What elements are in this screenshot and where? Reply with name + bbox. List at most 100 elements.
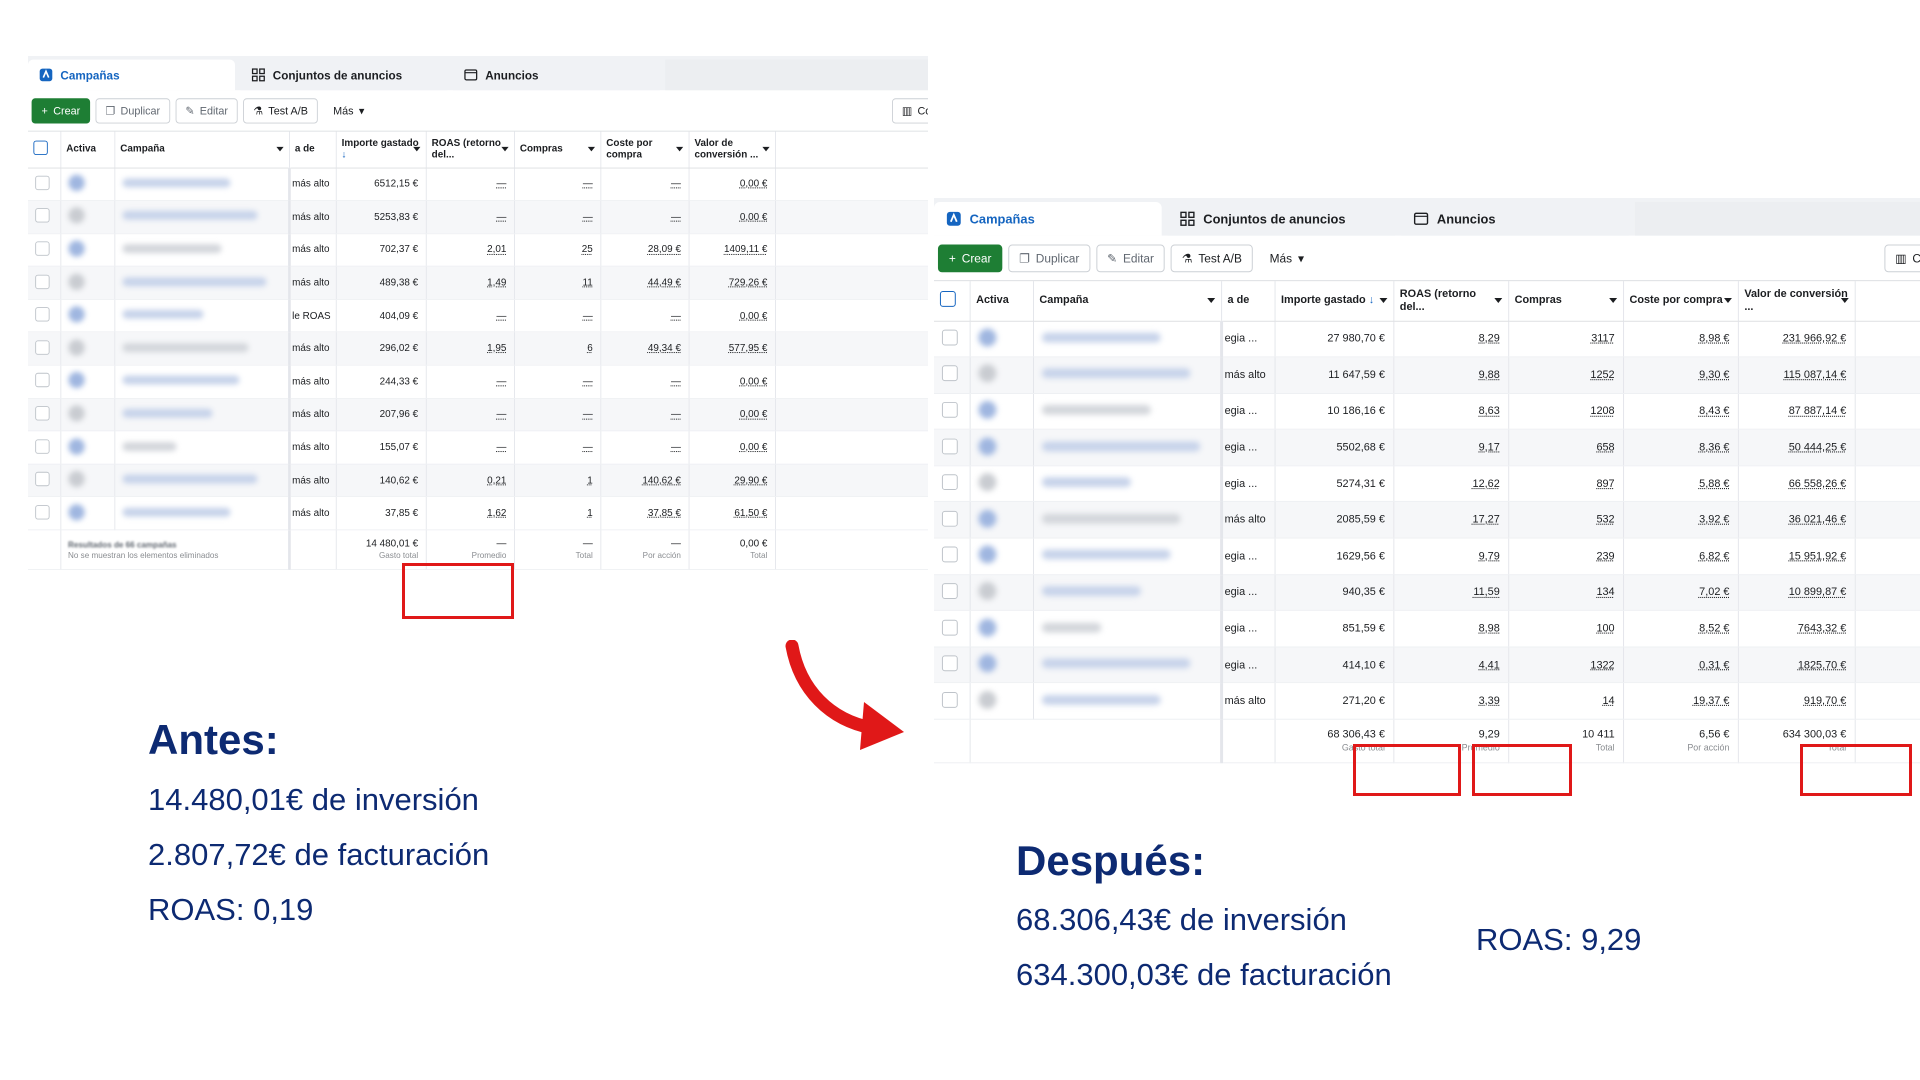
- toggle-switch[interactable]: [978, 545, 996, 564]
- cost-per-purchase-cell[interactable]: 3,92 €: [1623, 501, 1739, 539]
- cost-per-purchase-cell[interactable]: —: [600, 365, 690, 399]
- create-button[interactable]: + Crear: [31, 97, 91, 124]
- purchases-cell[interactable]: 100: [1508, 610, 1624, 648]
- cost-per-purchase-cell[interactable]: 8,43 €: [1623, 393, 1739, 430]
- row-checkbox[interactable]: [941, 583, 958, 599]
- col-strategy[interactable]: a de: [289, 131, 337, 169]
- conversion-value-cell[interactable]: 0,00 €: [688, 431, 776, 465]
- campaign-name-cell[interactable]: [1033, 465, 1223, 503]
- campaign-name-redacted[interactable]: [122, 277, 267, 287]
- row-checkbox[interactable]: [35, 406, 50, 421]
- cost-per-purchase-cell[interactable]: —: [600, 200, 690, 234]
- cost-per-purchase-cell[interactable]: —: [600, 167, 690, 201]
- roas-cell[interactable]: 9,88: [1393, 356, 1509, 394]
- campaign-name-cell[interactable]: [114, 299, 291, 333]
- toggle-switch[interactable]: [978, 654, 996, 673]
- col-roas[interactable]: ROAS (retorno del...: [1393, 281, 1509, 322]
- roas-cell[interactable]: —: [425, 200, 515, 234]
- conversion-value-cell[interactable]: 66 558,26 €: [1737, 465, 1856, 503]
- cost-per-purchase-cell[interactable]: 8,98 €: [1623, 320, 1739, 358]
- columns-button[interactable]: ▥ Colum: [891, 97, 928, 124]
- row-checkbox[interactable]: [35, 175, 50, 190]
- campaign-name-redacted[interactable]: [122, 211, 258, 221]
- toggle-switch[interactable]: [978, 328, 996, 347]
- campaign-name-cell[interactable]: [114, 233, 291, 267]
- toggle-switch[interactable]: [978, 437, 996, 455]
- columns-button[interactable]: ▥ Colum: [1884, 244, 1920, 272]
- campaign-name-cell[interactable]: [1033, 538, 1223, 575]
- row-checkbox[interactable]: [941, 546, 958, 563]
- purchases-cell[interactable]: 1322: [1508, 646, 1624, 684]
- more-dropdown[interactable]: Más ▾: [323, 97, 375, 124]
- campaign-name-cell[interactable]: [1033, 683, 1223, 720]
- campaign-name-cell[interactable]: [114, 398, 291, 432]
- cost-per-purchase-cell[interactable]: 37,85 €: [600, 496, 690, 531]
- row-checkbox[interactable]: [35, 373, 50, 388]
- roas-cell[interactable]: 8,98: [1393, 610, 1509, 648]
- row-checkbox[interactable]: [941, 510, 958, 527]
- col-conversion-value[interactable]: Valor de conversión ...: [1737, 281, 1856, 322]
- campaign-name-cell[interactable]: [1033, 356, 1223, 394]
- col-strategy[interactable]: a de: [1221, 281, 1276, 322]
- campaign-name-redacted[interactable]: [122, 375, 240, 385]
- roas-cell[interactable]: 8,29: [1393, 320, 1509, 358]
- purchases-cell[interactable]: 6: [514, 332, 601, 366]
- conversion-value-cell[interactable]: 0,00 €: [688, 200, 776, 234]
- conversion-value-cell[interactable]: 115 087,14 €: [1737, 356, 1856, 394]
- duplicate-button[interactable]: ❐ Duplicar: [1008, 244, 1091, 272]
- toggle-switch[interactable]: [68, 207, 85, 224]
- campaign-name-cell[interactable]: [1033, 501, 1223, 539]
- row-checkbox[interactable]: [35, 208, 50, 223]
- campaign-name-cell[interactable]: [114, 496, 291, 531]
- conversion-value-cell[interactable]: 577,95 €: [688, 332, 776, 366]
- col-active[interactable]: Activa: [969, 281, 1034, 322]
- conversion-value-cell[interactable]: 15 951,92 €: [1737, 538, 1856, 575]
- row-checkbox[interactable]: [941, 619, 958, 636]
- tab-campaigns[interactable]: Campañas: [28, 59, 235, 91]
- campaign-name-cell[interactable]: [114, 200, 291, 234]
- col-campaign[interactable]: Campaña: [1033, 281, 1222, 322]
- purchases-cell[interactable]: 11: [514, 266, 601, 300]
- row-checkbox[interactable]: [941, 365, 958, 382]
- campaign-name-cell[interactable]: [114, 332, 291, 366]
- campaign-name-cell[interactable]: [1033, 320, 1223, 358]
- campaign-name-cell[interactable]: [114, 431, 291, 465]
- campaign-name-cell[interactable]: [1033, 574, 1223, 612]
- toggle-switch[interactable]: [978, 509, 996, 528]
- purchases-cell[interactable]: —: [514, 431, 601, 465]
- toggle-switch[interactable]: [68, 503, 85, 521]
- conversion-value-cell[interactable]: 29,90 €: [688, 464, 776, 498]
- row-checkbox[interactable]: [35, 307, 50, 322]
- table-row[interactable]: egia ... 940,35 € 11,59 134 7,02 € 10 899,87 …: [934, 574, 1920, 612]
- campaign-name-redacted[interactable]: [1041, 658, 1190, 669]
- ab-test-button[interactable]: ⚗ Test A/B: [1170, 244, 1253, 272]
- table-row[interactable]: le ROAS 404,09 € — — — 0,00 €: [28, 299, 928, 333]
- col-spend[interactable]: Importe gastado ↓: [1274, 281, 1394, 322]
- campaign-name-redacted[interactable]: [1041, 549, 1171, 560]
- conversion-value-cell[interactable]: 50 444,25 €: [1737, 429, 1856, 467]
- table-row[interactable]: egia ... 851,59 € 8,98 100 8,52 € 7643,32 €: [934, 610, 1920, 648]
- ab-test-button[interactable]: ⚗ Test A/B: [243, 97, 318, 124]
- purchases-cell[interactable]: 14: [1508, 683, 1624, 720]
- col-campaign[interactable]: Campaña: [114, 131, 290, 169]
- campaign-name-redacted[interactable]: [1041, 586, 1141, 596]
- conversion-value-cell[interactable]: 10 899,87 €: [1737, 574, 1856, 612]
- purchases-cell[interactable]: 1252: [1508, 356, 1624, 394]
- toggle-switch[interactable]: [978, 618, 996, 637]
- campaign-name-redacted[interactable]: [122, 507, 231, 517]
- campaign-name-redacted[interactable]: [122, 244, 222, 254]
- row-checkbox[interactable]: [941, 655, 958, 672]
- roas-cell[interactable]: 1,95: [425, 332, 515, 366]
- cost-per-purchase-cell[interactable]: 19,37 €: [1623, 683, 1739, 720]
- table-row[interactable]: egia ... 414,10 € 4,41 1322 0,31 € 1825,70 €: [934, 646, 1920, 684]
- campaign-name-redacted[interactable]: [122, 408, 213, 418]
- table-row[interactable]: más alto 489,38 € 1,49 11 44,49 € 729,26 €: [28, 266, 928, 300]
- purchases-cell[interactable]: —: [514, 167, 601, 201]
- row-checkbox[interactable]: [35, 340, 50, 355]
- create-button[interactable]: + Crear: [937, 244, 1003, 272]
- cost-per-purchase-cell[interactable]: 0,31 €: [1623, 646, 1739, 684]
- row-checkbox[interactable]: [35, 504, 50, 520]
- cost-per-purchase-cell[interactable]: —: [600, 299, 690, 333]
- col-purchases[interactable]: Compras: [1508, 281, 1624, 322]
- toggle-switch[interactable]: [978, 364, 996, 383]
